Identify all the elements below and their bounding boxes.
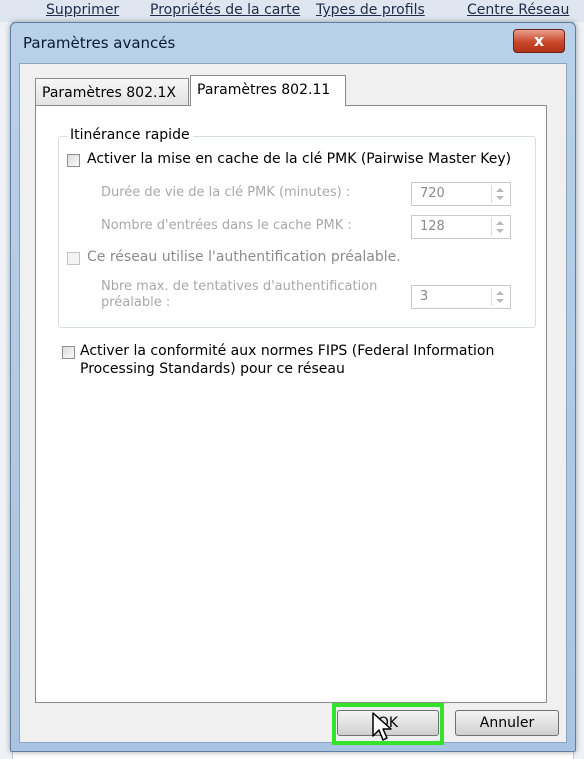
- tab-80211-settings[interactable]: Paramètres 802.11: [190, 75, 346, 106]
- fast-roaming-group: Itinérance rapide Activer la mise en cac…: [58, 127, 536, 328]
- cancel-button-label: Annuler: [479, 715, 535, 731]
- pmk-entries-spin-arrows[interactable]: [491, 218, 508, 236]
- pmk-lifetime-label: Durée de vie de la clé PMK (minutes) :: [101, 185, 351, 200]
- pmk-lifetime-spinbox[interactable]: 720: [411, 182, 511, 206]
- mouse-pointer-icon: [372, 712, 392, 741]
- close-button[interactable]: x: [513, 29, 565, 53]
- preauth-attempts-spinbox[interactable]: 3: [411, 285, 511, 309]
- spin-up-arrow-icon[interactable]: [496, 188, 504, 192]
- pmk-entries-label: Nombre d'entrées dans le cache PMK :: [101, 218, 352, 233]
- fast-roaming-group-label: Itinérance rapide: [67, 127, 193, 143]
- tab-80211-label: Paramètres 802.11: [197, 82, 331, 98]
- preauth-attempts-value: 3: [420, 289, 429, 304]
- pmk-entries-value: 128: [420, 219, 445, 234]
- dialog-title-bar[interactable]: Paramètres avancés x: [11, 23, 575, 63]
- spin-down-arrow-icon[interactable]: [496, 299, 504, 303]
- spin-up-arrow-icon[interactable]: [496, 221, 504, 225]
- menu-item-profile-types[interactable]: Types de profils: [316, 2, 425, 18]
- pmk-cache-label: Activer la mise en cache de la clé PMK (…: [87, 151, 512, 167]
- pmk-lifetime-spin-arrows[interactable]: [491, 185, 508, 203]
- tab-8021x-settings[interactable]: Paramètres 802.1X: [35, 78, 189, 106]
- close-icon: x: [533, 31, 545, 50]
- tab-8021x-label: Paramètres 802.1X: [42, 85, 176, 101]
- dialog-title: Paramètres avancés: [23, 34, 176, 52]
- fips-label-line2: Processing Standards) pour ce réseau: [80, 361, 345, 377]
- pmk-entries-spinbox[interactable]: 128: [411, 215, 511, 239]
- tab-panel-80211: Itinérance rapide Activer la mise en cac…: [35, 105, 547, 703]
- menu-item-network-center[interactable]: Centre Réseau: [467, 2, 569, 18]
- preauth-attempts-label-line2: préalable :: [101, 295, 171, 310]
- fips-checkbox[interactable]: [62, 346, 75, 359]
- menu-item-card-properties[interactable]: Propriétés de la carte: [150, 2, 300, 18]
- preauth-checkbox[interactable]: [67, 252, 80, 265]
- fips-label-line1: Activer la conformité aux normes FIPS (F…: [80, 343, 495, 359]
- spin-down-arrow-icon[interactable]: [496, 196, 504, 200]
- spin-down-arrow-icon[interactable]: [496, 229, 504, 233]
- preauth-attempts-spin-arrows[interactable]: [491, 288, 508, 306]
- background-menu-bar: Supprimer Propriétés de la carte Types d…: [0, 0, 584, 23]
- preauth-attempts-label-line1: Nbre max. de tentatives d'authentificati…: [101, 279, 378, 294]
- spin-up-arrow-icon[interactable]: [496, 291, 504, 295]
- preauth-label: Ce réseau utilise l'authentification pré…: [87, 249, 401, 265]
- cancel-button[interactable]: Annuler: [455, 710, 559, 736]
- pmk-lifetime-value: 720: [420, 186, 445, 201]
- menu-item-supprimer[interactable]: Supprimer: [46, 2, 119, 18]
- pmk-cache-checkbox[interactable]: [67, 154, 80, 167]
